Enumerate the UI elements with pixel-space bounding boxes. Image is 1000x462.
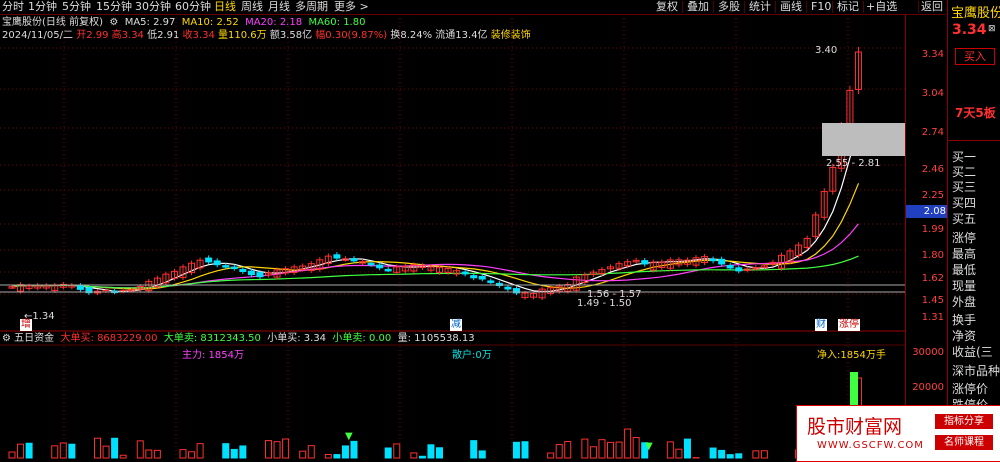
watermark-title: 股市财富网 xyxy=(807,412,902,439)
stock-name: 宝鹰股份 xyxy=(951,2,1000,21)
limit-up-price-row: 涨停价 xyxy=(952,380,988,397)
current-price-marker: 2.08 xyxy=(906,205,948,218)
down-arrow-marker: ▼ xyxy=(645,441,653,452)
last-price: 3.34 xyxy=(952,22,987,38)
low-row: 最低 xyxy=(952,261,976,278)
high-row: 最高 xyxy=(952,245,976,262)
price-range-box xyxy=(822,123,905,156)
price-tick: 3.34 xyxy=(922,49,944,60)
tag-decrease[interactable]: 减 xyxy=(450,319,462,331)
price-tick: 1.31 xyxy=(922,312,944,323)
tag-indicator-share[interactable]: 指标分享 xyxy=(935,414,993,429)
indicator-header: ⚙ 五日资金 大单买: 8683229.00 大单卖: 8312343.50 小… xyxy=(2,333,475,345)
tag-teacher-course[interactable]: 名师课程 xyxy=(935,435,993,450)
bid-5: 买五 xyxy=(952,210,976,227)
big-sell-label: 大单卖: 8312343.50 xyxy=(164,333,261,344)
back-button[interactable]: 返回 xyxy=(921,0,943,14)
turnover-row: 换手 xyxy=(952,311,976,328)
indicator-icon[interactable]: ⚙ xyxy=(2,333,14,344)
indicator-vol-label: 量: 1105538.13 xyxy=(398,333,475,344)
price-tick: 2.74 xyxy=(922,127,944,138)
mid-annotation-2: 1.49 - 1.50 xyxy=(577,298,632,310)
price-tick: 1.80 xyxy=(922,250,944,261)
current-volume-row: 现量 xyxy=(952,277,976,294)
site-watermark: 股市财富网 WWW.GSCFW.COM 指标分享 名师课程 xyxy=(796,405,1000,462)
tag-increase[interactable]: 增 xyxy=(20,319,32,331)
outer-volume-row: 外盘 xyxy=(952,293,976,310)
price-tick: 1.45 xyxy=(922,295,944,306)
down-arrow-marker: ▼ xyxy=(345,431,353,442)
net-inflow-label: 净入:1854万手 xyxy=(817,350,886,362)
price-tick: 3.04 xyxy=(922,88,944,99)
price-tick: 2.46 xyxy=(922,164,944,175)
market-type-row: 深市品种 xyxy=(952,362,1000,379)
buy-button[interactable]: 买入 xyxy=(955,48,995,65)
tag-finance[interactable]: 财 xyxy=(815,319,827,331)
panel-close-icon[interactable]: ⊠ xyxy=(988,24,996,34)
small-sell-label: 小单卖: 0.00 xyxy=(332,333,391,344)
price-tick: 2.25 xyxy=(922,190,944,201)
range-annotation: 2.55 - 2.81 xyxy=(826,158,881,170)
low-annotation-value: 1.34 xyxy=(32,311,54,322)
bid-4: 买四 xyxy=(952,194,976,211)
big-buy-label: 大单买: 8683229.00 xyxy=(61,333,158,344)
earnings-row: 收益(三 xyxy=(952,343,993,360)
board-badge: 7天5板 xyxy=(955,104,996,121)
watermark-url: WWW.GSCFW.COM xyxy=(817,440,924,451)
net-asset-row: 净资 xyxy=(952,327,976,344)
retail-label: 散户:0万 xyxy=(452,350,492,362)
bid-3: 买三 xyxy=(952,178,976,195)
indicator-name[interactable]: 五日资金 xyxy=(14,333,54,344)
price-tick: 1.99 xyxy=(922,224,944,235)
tag-limit-up[interactable]: 涨停 xyxy=(838,319,860,331)
volume-tick: 30000 xyxy=(912,347,944,358)
price-tick: 1.62 xyxy=(922,273,944,284)
small-buy-label: 小单买: 3.34 xyxy=(267,333,326,344)
limit-up-row: 涨停 xyxy=(952,229,976,246)
quote-panel: 宝鹰股份 3.34 ⊠ 买入 7天5板 买一 买二 买三 买四 买五 涨停 最高… xyxy=(947,0,1000,460)
high-annotation: 3.40 xyxy=(815,45,837,57)
main-force-label: 主力: 1854万 xyxy=(182,350,244,362)
kline-chart: ▼ ▼ xyxy=(0,0,905,460)
price-axis: 3.34 3.04 2.74 2.46 2.25 1.99 1.80 1.62 … xyxy=(905,14,948,460)
volume-tick: 20000 xyxy=(912,382,944,393)
